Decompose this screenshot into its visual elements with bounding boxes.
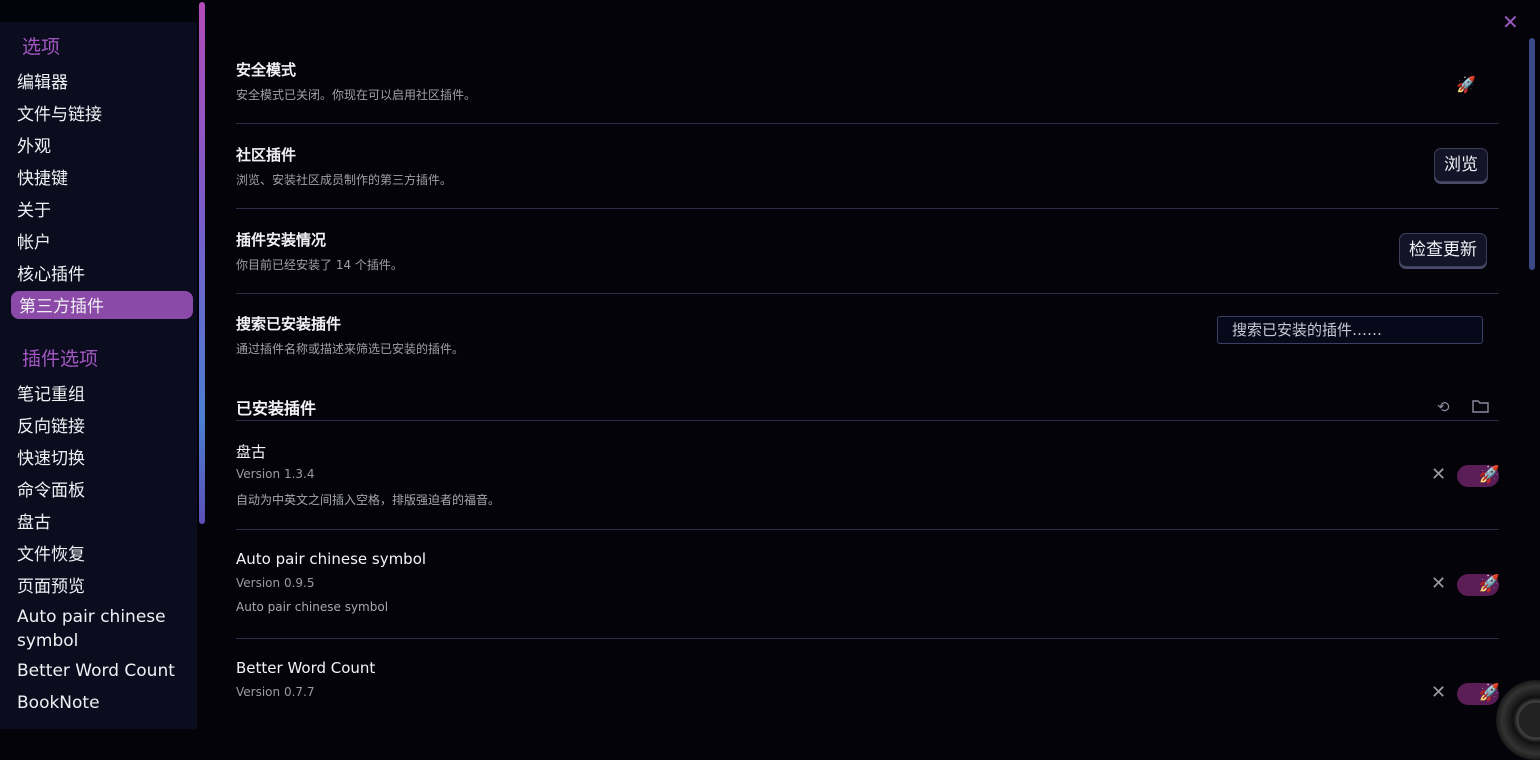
sidebar-item-better-word-count[interactable]: Better Word Count — [17, 661, 175, 681]
main-scrollbar[interactable] — [1529, 38, 1535, 270]
options-header: 选项 — [22, 36, 61, 58]
uninstall-x-icon[interactable]: ✕ — [1431, 573, 1446, 594]
uninstall-x-icon[interactable]: ✕ — [1431, 682, 1446, 703]
folder-icon[interactable] — [1472, 399, 1489, 417]
install-status-desc: 你目前已经安装了 14 个插件。 — [236, 258, 403, 272]
sidebar-item-file-recovery[interactable]: 文件恢复 — [17, 540, 85, 565]
safe-mode-title: 安全模式 — [236, 61, 297, 79]
search-installed-title: 搜索已安装插件 — [236, 315, 342, 333]
divider — [236, 529, 1499, 530]
settings-sidebar: 选项 编辑器 文件与链接 外观 快捷键 关于 帐户 核心插件 第三方插件 插件选… — [0, 22, 197, 729]
close-icon[interactable]: ✕ — [1502, 10, 1519, 34]
rocket-icon: 🚀 — [1478, 574, 1500, 594]
rocket-icon[interactable]: 🚀 — [1456, 75, 1476, 94]
plugin-name: Better Word Count — [236, 659, 376, 677]
check-updates-button[interactable]: 检查更新 — [1399, 233, 1487, 267]
plugin-toggle[interactable]: 🚀 — [1457, 465, 1500, 487]
sidebar-item-booknote[interactable]: BookNote — [17, 693, 100, 713]
reload-icon[interactable]: ⟲ — [1437, 398, 1450, 416]
divider — [236, 638, 1499, 639]
browse-button[interactable]: 浏览 — [1434, 148, 1488, 182]
sidebar-scrollbar[interactable] — [199, 2, 205, 524]
plugin-version: Version 0.7.7 — [236, 685, 315, 699]
divider — [236, 420, 1499, 421]
sidebar-item-about[interactable]: 关于 — [17, 196, 51, 221]
community-plugins-desc: 浏览、安装社区成员制作的第三方插件。 — [236, 173, 453, 187]
sidebar-item-command-palette[interactable]: 命令面板 — [17, 476, 85, 501]
uninstall-x-icon[interactable]: ✕ — [1431, 464, 1446, 485]
rocket-icon: 🚀 — [1478, 465, 1500, 485]
plugin-version: Version 0.9.5 — [236, 576, 315, 590]
plugin-options-header: 插件选项 — [22, 348, 99, 370]
sidebar-top-strip — [0, 0, 197, 22]
sidebar-item-auto-pair[interactable]: Auto pair chinese symbol — [17, 605, 187, 653]
sidebar-item-core-plugins[interactable]: 核心插件 — [17, 260, 85, 285]
sidebar-item-account[interactable]: 帐户 — [17, 228, 51, 253]
sidebar-item-page-preview[interactable]: 页面预览 — [17, 572, 85, 597]
divider — [236, 208, 1499, 209]
rocket-icon: 🚀 — [1478, 683, 1500, 703]
safe-mode-desc: 安全模式已关闭。你现在可以启用社区插件。 — [236, 88, 477, 102]
decorative-disc — [1496, 680, 1540, 760]
sidebar-item-backlinks[interactable]: 反向链接 — [17, 412, 85, 437]
sidebar-item-appearance[interactable]: 外观 — [17, 132, 51, 157]
plugin-desc: Auto pair chinese symbol — [236, 600, 389, 614]
sidebar-item-note-refactor[interactable]: 笔记重组 — [17, 380, 85, 405]
sidebar-item-pangu[interactable]: 盘古 — [17, 508, 51, 533]
sidebar-item-quick-switcher[interactable]: 快速切换 — [17, 444, 85, 469]
plugin-toggle[interactable]: 🚀 — [1457, 683, 1500, 705]
plugin-name: Auto pair chinese symbol — [236, 550, 427, 568]
sidebar-item-files-links[interactable]: 文件与链接 — [17, 100, 102, 125]
community-plugins-title: 社区插件 — [236, 146, 297, 164]
installed-plugins-title: 已安装插件 — [236, 399, 317, 418]
sidebar-item-hotkeys[interactable]: 快捷键 — [17, 164, 68, 189]
plugin-version: Version 1.3.4 — [236, 467, 315, 481]
install-status-title: 插件安装情况 — [236, 231, 327, 249]
search-installed-desc: 通过插件名称或描述来筛选已安装的插件。 — [236, 342, 465, 356]
plugin-desc: 自动为中英文之间插入空格，排版强迫者的福音。 — [236, 493, 501, 507]
divider — [236, 293, 1499, 294]
plugin-toggle[interactable]: 🚀 — [1457, 574, 1500, 596]
plugin-name: 盘古 — [236, 443, 267, 461]
sidebar-item-editor[interactable]: 编辑器 — [17, 68, 68, 93]
search-installed-input[interactable] — [1217, 316, 1483, 344]
divider — [236, 123, 1499, 124]
sidebar-item-third-party-plugins[interactable]: 第三方插件 — [19, 292, 104, 317]
